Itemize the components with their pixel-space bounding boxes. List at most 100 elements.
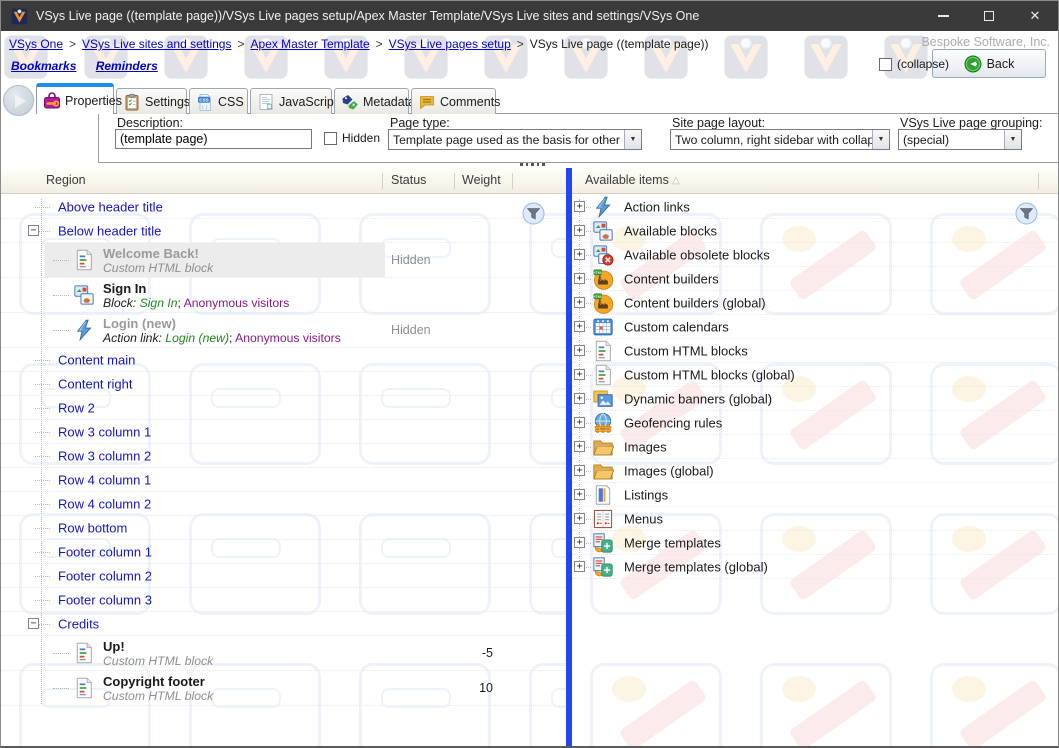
breadcrumb-item[interactable]: Apex Master Template <box>250 37 369 51</box>
filter-funnel-button[interactable] <box>522 202 545 225</box>
available-item-row[interactable]: +Images <box>572 435 1059 459</box>
collapse-box-icon[interactable]: − <box>28 618 39 629</box>
maximize-button[interactable] <box>966 1 1012 31</box>
expand-box-icon[interactable]: + <box>574 225 585 236</box>
expand-box-icon[interactable]: + <box>574 393 585 404</box>
region-label[interactable]: Row bottom <box>58 520 127 535</box>
region-row[interactable]: Content main <box>1 348 566 372</box>
available-item-row[interactable]: + Images (global) <box>572 459 1059 483</box>
minimize-button[interactable] <box>920 1 966 31</box>
region-label[interactable]: Row 3 column 1 <box>58 424 151 439</box>
available-item-label[interactable]: Menus <box>624 511 663 526</box>
available-item-row[interactable]: +Action links <box>572 195 1059 219</box>
expand-box-icon[interactable]: + <box>574 201 585 212</box>
collapse-box-icon[interactable]: − <box>28 225 39 236</box>
region-label[interactable]: Content main <box>58 352 135 367</box>
available-item-label[interactable]: Merge templates (global) <box>624 559 768 574</box>
column-weight[interactable]: Weight <box>462 173 501 187</box>
column-available-items[interactable]: Available items <box>585 173 669 187</box>
filter-funnel-button[interactable] <box>1015 202 1038 225</box>
available-item-row[interactable]: +Listings <box>572 483 1059 507</box>
region-label[interactable]: Below header title <box>58 223 161 238</box>
available-item-label[interactable]: Geofencing rules <box>624 415 722 430</box>
available-item-row[interactable]: + Dynamic banners (global) <box>572 387 1059 411</box>
bookmarks-link[interactable]: Bookmarks <box>11 59 76 73</box>
available-item-label[interactable]: Dynamic banners (global) <box>624 391 772 406</box>
breadcrumb-item[interactable]: VSys One <box>9 37 63 51</box>
back-button[interactable]: Back <box>932 49 1046 78</box>
block-row[interactable]: Login (new)Action link: Login (new); Ano… <box>1 313 566 348</box>
expand-box-icon[interactable]: + <box>574 321 585 332</box>
available-item-label[interactable]: Listings <box>624 487 668 502</box>
grouping-select[interactable]: (special) ▼ <box>898 129 1022 150</box>
available-item-label[interactable]: Content builders (global) <box>624 295 766 310</box>
expand-box-icon[interactable]: + <box>574 249 585 260</box>
tab-comments[interactable]: Comments <box>411 88 496 114</box>
region-row[interactable]: Row 4 column 1 <box>1 468 566 492</box>
region-label[interactable]: Row 4 column 1 <box>58 472 151 487</box>
region-label[interactable]: Credits <box>58 616 99 631</box>
close-button[interactable]: ✕ <box>1012 1 1058 31</box>
available-item-label[interactable]: Custom HTML blocks (global) <box>624 367 795 382</box>
available-item-label[interactable]: Content builders <box>624 271 719 286</box>
column-status[interactable]: Status <box>391 173 426 187</box>
region-label[interactable]: Row 2 <box>58 400 95 415</box>
region-label[interactable]: Footer column 2 <box>58 568 152 583</box>
available-item-row[interactable]: +Merge templates (global) <box>572 555 1059 579</box>
expand-box-icon[interactable]: + <box>574 417 585 428</box>
tab-properties[interactable]: Properties <box>36 83 114 114</box>
region-label[interactable]: Footer column 1 <box>58 544 152 559</box>
tab-metadata[interactable]: Metadata <box>334 88 409 114</box>
region-label[interactable]: Row 4 column 2 <box>58 496 151 511</box>
expand-box-icon[interactable]: + <box>574 465 585 476</box>
expand-box-icon[interactable]: + <box>574 297 585 308</box>
region-row[interactable]: Above header title <box>1 195 566 219</box>
available-item-label[interactable]: Available obsolete blocks <box>624 247 770 262</box>
region-row[interactable]: Content right <box>1 372 566 396</box>
column-region[interactable]: Region <box>46 173 86 187</box>
available-item-row[interactable]: +HTMLContent builders <box>572 267 1059 291</box>
region-row[interactable]: Row 2 <box>1 396 566 420</box>
available-item-row[interactable]: +HTMLContent builders (global) <box>572 291 1059 315</box>
available-item-label[interactable]: Available blocks <box>624 223 717 238</box>
available-item-row[interactable]: + Custom calendars <box>572 315 1059 339</box>
available-item-label[interactable]: Custom HTML blocks <box>624 343 748 358</box>
description-input[interactable] <box>115 129 312 149</box>
available-item-row[interactable]: + Custom HTML blocks (global) <box>572 363 1059 387</box>
panel-splitter[interactable] <box>566 168 572 747</box>
expand-box-icon[interactable]: + <box>574 369 585 380</box>
region-row[interactable]: Footer column 2 <box>1 564 566 588</box>
expand-box-icon[interactable]: + <box>574 513 585 524</box>
available-item-row[interactable]: + Geofencing rules <box>572 411 1059 435</box>
region-row[interactable]: Row 3 column 1 <box>1 420 566 444</box>
site-layout-select[interactable]: Two column, right sidebar with collapse … <box>670 129 890 150</box>
region-label[interactable]: Above header title <box>58 199 163 214</box>
region-label[interactable]: Row 3 column 2 <box>58 448 151 463</box>
block-row[interactable]: Copyright footerCustom HTML block10 <box>1 671 566 706</box>
expand-box-icon[interactable]: + <box>574 345 585 356</box>
region-row[interactable]: Footer column 1 <box>1 540 566 564</box>
available-item-label[interactable]: Images (global) <box>624 463 714 478</box>
available-item-row[interactable]: + Custom HTML blocks <box>572 339 1059 363</box>
splitter-grip[interactable] <box>520 163 545 166</box>
available-item-row[interactable]: +Merge templates <box>572 531 1059 555</box>
block-row[interactable]: Sign InBlock: Sign In; Anonymous visitor… <box>1 278 566 313</box>
reminders-link[interactable]: Reminders <box>96 59 158 73</box>
region-row[interactable]: Row 4 column 2 <box>1 492 566 516</box>
tab-javascript[interactable]: JavaScript <box>250 88 332 114</box>
region-row[interactable]: − Credits <box>1 612 566 636</box>
tab-settings[interactable]: Settings <box>116 88 187 114</box>
region-row[interactable]: Row 3 column 2 <box>1 444 566 468</box>
available-item-label[interactable]: Merge templates <box>624 535 721 550</box>
region-label[interactable]: Footer column 3 <box>58 592 152 607</box>
block-row[interactable]: Welcome Back!Custom HTML blockHidden <box>1 243 566 278</box>
available-item-label[interactable]: Custom calendars <box>624 319 729 334</box>
region-row[interactable]: − Below header title <box>1 219 566 243</box>
page-type-select[interactable]: Template page used as the basis for othe… <box>388 129 642 150</box>
breadcrumb-item[interactable]: VSys Live pages setup <box>389 37 511 51</box>
available-item-row[interactable]: + Available obsolete blocks <box>572 243 1059 267</box>
available-item-label[interactable]: Images <box>624 439 667 454</box>
hidden-checkbox[interactable] <box>324 132 337 145</box>
collapse-checkbox[interactable] <box>879 58 892 71</box>
expand-box-icon[interactable]: + <box>574 273 585 284</box>
